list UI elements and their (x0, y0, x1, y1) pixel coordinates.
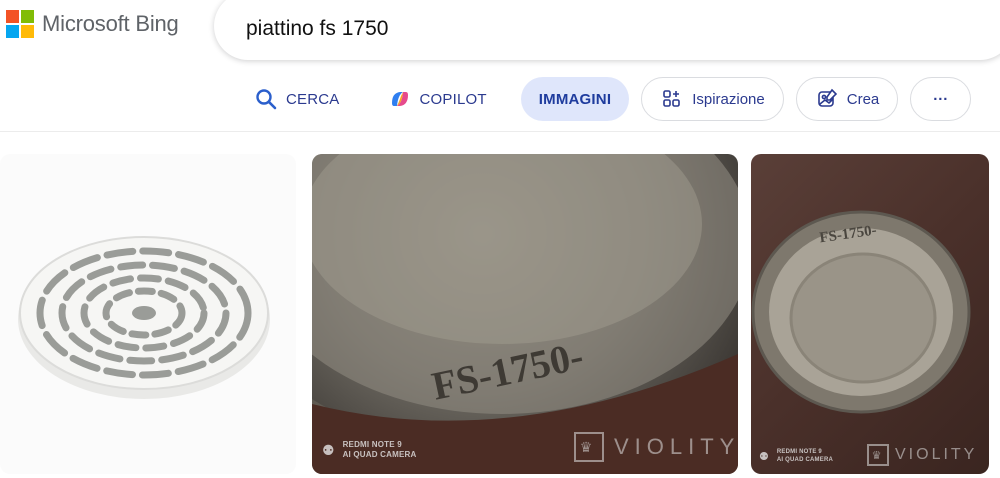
tab-label: IMMAGINI (538, 90, 612, 108)
tab-label: Ispirazione (692, 90, 765, 108)
pewter-plate-image: FS-1750- (751, 210, 971, 414)
search-input[interactable] (246, 12, 946, 46)
logo-text: Microsoft Bing (42, 11, 179, 36)
camera-line-2: AI QUAD CAMERA (776, 457, 834, 463)
tabs-bar: CERCA COPILOT IMMAGINI Ispirazione Crea … (240, 76, 972, 122)
search-icon (254, 87, 278, 111)
header-divider (0, 131, 1000, 132)
violity-watermark: ♛ VIOLITY (867, 444, 977, 466)
more-button[interactable]: ··· (910, 77, 972, 121)
watermark-text: VIOLITY (895, 446, 978, 463)
tab-label: CERCA (286, 90, 340, 108)
camera-line-2: AI QUAD CAMERA (342, 450, 417, 459)
pewter-plate-closeup-image: FS-1750- (312, 154, 738, 474)
crown-icon: ♛ (867, 444, 889, 466)
tab-immagini[interactable]: IMMAGINI (520, 77, 630, 121)
camera-watermark: ⚉ REDMI NOTE 9 AI QUAD CAMERA (759, 448, 833, 464)
watermark-text: VIOLITY (614, 434, 738, 459)
image-result-2[interactable]: FS-1750- ⚉ REDMI NOTE 9 AI QUAD CAMERA ♛… (312, 154, 738, 474)
crown-icon: ♛ (574, 432, 604, 462)
camera-watermark: ⚉ REDMI NOTE 9 AI QUAD CAMERA (322, 440, 416, 460)
tab-copilot[interactable]: COPILOT (374, 77, 501, 121)
search-box[interactable] (214, 0, 1000, 60)
copilot-icon (388, 87, 412, 111)
image-result-3[interactable]: FS-1750- ⚉ REDMI NOTE 9 AI QUAD CAMERA ♛… (751, 154, 989, 474)
tab-label: Crea (846, 90, 880, 108)
image-result-1[interactable] (0, 154, 296, 474)
camera-icon: ⚉ (322, 441, 335, 458)
bing-logo[interactable]: Microsoft Bing (6, 10, 179, 38)
tab-label: COPILOT (419, 90, 487, 108)
camera-icon: ⚉ (759, 450, 769, 463)
camera-line-1: REDMI NOTE 9 (776, 449, 822, 455)
violity-watermark: ♛ VIOLITY (574, 432, 738, 462)
tab-ispirazione[interactable]: Ispirazione (641, 77, 784, 121)
tab-crea[interactable]: Crea (795, 77, 899, 121)
microsoft-logo-icon (6, 10, 34, 38)
tab-cerca[interactable]: CERCA (240, 77, 354, 121)
camera-line-1: REDMI NOTE 9 (342, 440, 402, 449)
create-image-icon (815, 87, 839, 111)
drain-cover-image (18, 236, 270, 399)
inspiration-icon (660, 87, 684, 111)
more-icon: ··· (933, 90, 949, 108)
